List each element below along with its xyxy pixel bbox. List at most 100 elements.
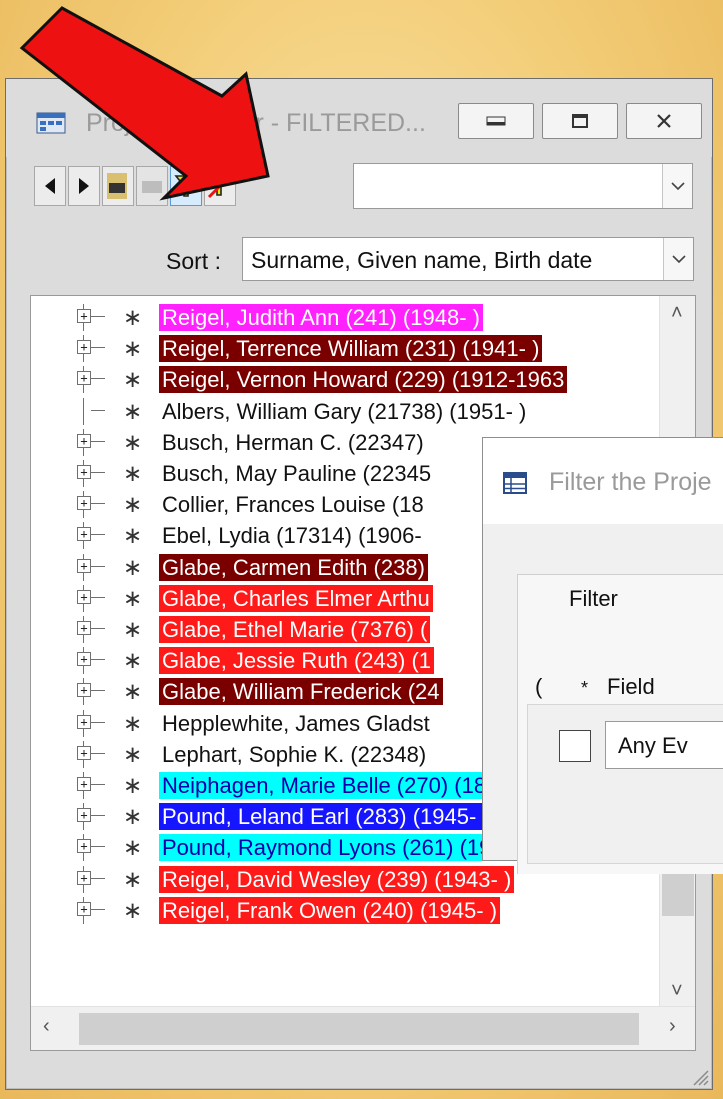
tree-connector bbox=[91, 721, 105, 723]
required-marker: * bbox=[581, 678, 589, 698]
asterisk-icon: ∗ bbox=[123, 896, 143, 923]
find-disabled-icon bbox=[142, 181, 162, 193]
toolbar-combo-dropdown[interactable] bbox=[662, 164, 692, 208]
person-name[interactable]: Glabe, Charles Elmer Arthu bbox=[159, 584, 433, 612]
expand-icon[interactable]: + bbox=[77, 496, 91, 511]
forward-icon bbox=[79, 178, 89, 194]
filter-button[interactable] bbox=[170, 166, 202, 206]
minimize-icon bbox=[486, 116, 506, 126]
close-button[interactable] bbox=[626, 103, 702, 139]
asterisk-icon: ∗ bbox=[123, 491, 143, 518]
asterisk-icon: ∗ bbox=[123, 772, 143, 798]
sort-select[interactable]: Surname, Given name, Birth date bbox=[242, 237, 694, 281]
person-name[interactable]: Ebel, Lydia (17314) (1906- bbox=[159, 522, 425, 549]
expand-icon[interactable]: + bbox=[77, 433, 91, 448]
expand-icon[interactable]: + bbox=[77, 558, 91, 573]
person-name[interactable]: Collier, Frances Louise (18 bbox=[159, 491, 427, 518]
expand-icon[interactable]: + bbox=[77, 371, 91, 386]
maximize-icon bbox=[572, 114, 588, 128]
sort-select-dropdown[interactable] bbox=[663, 238, 693, 280]
expand-icon[interactable]: + bbox=[77, 777, 91, 791]
maximize-button[interactable] bbox=[542, 103, 618, 139]
tree-connector bbox=[91, 316, 105, 317]
clear-filter-icon bbox=[207, 173, 233, 199]
expand-icon[interactable]: + bbox=[77, 527, 91, 542]
asterisk-icon: ∗ bbox=[123, 865, 143, 892]
tree-row[interactable]: + ∗ Reigel, Judith Ann (241) (1948- ) bbox=[31, 304, 671, 331]
clear-filter-button[interactable] bbox=[204, 166, 236, 206]
person-name[interactable]: Lephart, Sophie K. (22348) bbox=[159, 741, 429, 768]
horizontal-scroll-thumb[interactable] bbox=[79, 1013, 639, 1045]
tree-connector bbox=[91, 815, 105, 817]
find-button[interactable] bbox=[102, 166, 134, 206]
tree-connector bbox=[91, 565, 105, 567]
find-icon bbox=[107, 173, 127, 199]
asterisk-icon: ∗ bbox=[123, 647, 143, 674]
expand-icon[interactable]: + bbox=[77, 683, 91, 698]
asterisk-icon: ∗ bbox=[123, 460, 143, 486]
person-name[interactable]: Glabe, William Frederick (24 bbox=[159, 678, 443, 706]
person-name[interactable]: Reigel, David Wesley (239) (1943- ) bbox=[159, 865, 515, 893]
find-disabled-button[interactable] bbox=[136, 166, 168, 206]
tree-row[interactable]: ∗ Albers, William Gary (21738) (1951- ) bbox=[31, 397, 671, 425]
expand-icon[interactable]: + bbox=[77, 589, 91, 604]
person-name[interactable]: Hepplewhite, James Gladst bbox=[159, 710, 433, 737]
expand-icon[interactable]: + bbox=[77, 901, 91, 916]
forward-button[interactable] bbox=[68, 166, 100, 206]
resize-grip-icon[interactable] bbox=[688, 1065, 710, 1087]
expand-icon[interactable]: + bbox=[77, 340, 91, 355]
horizontal-scrollbar[interactable]: ‹ › bbox=[31, 1006, 695, 1050]
person-name[interactable]: Reigel, Frank Owen (240) (1945- ) bbox=[159, 896, 501, 924]
toolbar-combo[interactable] bbox=[353, 163, 693, 209]
asterisk-icon: ∗ bbox=[123, 335, 143, 362]
scroll-up-icon[interactable]: ˄ bbox=[671, 302, 683, 325]
field-column-label: Field bbox=[607, 674, 655, 699]
person-name[interactable]: Busch, Herman C. (22347) bbox=[159, 429, 427, 456]
field-select-value: Any Ev bbox=[618, 733, 688, 758]
tree-connector bbox=[91, 690, 105, 692]
expand-icon[interactable]: + bbox=[77, 808, 91, 823]
scroll-left-icon[interactable]: ‹ bbox=[43, 1015, 50, 1038]
filter-icon bbox=[174, 175, 198, 197]
expand-icon[interactable]: + bbox=[77, 652, 91, 667]
field-select[interactable]: Any Ev bbox=[605, 721, 723, 769]
minimize-button[interactable] bbox=[458, 103, 534, 139]
tree-row[interactable]: + ∗ Reigel, Frank Owen (240) (1945- ) bbox=[31, 896, 671, 924]
asterisk-icon: ∗ bbox=[123, 304, 143, 330]
window-title: Project Explorer - FILTERED... bbox=[86, 109, 426, 137]
scroll-down-icon[interactable]: ˅ bbox=[671, 980, 683, 1003]
asterisk-icon: ∗ bbox=[123, 522, 143, 549]
expand-icon[interactable]: + bbox=[77, 839, 91, 854]
person-name[interactable]: Reigel, Vernon Howard (229) (1912-1963 bbox=[159, 366, 568, 394]
tree-connector bbox=[91, 503, 105, 505]
tree-connector bbox=[91, 877, 105, 879]
title-bar[interactable]: Project Explorer - FILTERED... bbox=[6, 79, 712, 157]
person-name[interactable]: Glabe, Jessie Ruth (243) (1 bbox=[159, 647, 435, 675]
tree-connector bbox=[91, 440, 105, 442]
tree-row[interactable]: + ∗ Reigel, Terrence William (231) (1941- … bbox=[31, 335, 671, 363]
person-name[interactable]: Pound, Leland Earl (283) (1945- ) bbox=[159, 803, 493, 831]
filter-dialog-titlebar[interactable]: Filter the Proje bbox=[483, 438, 723, 524]
open-paren-checkbox[interactable] bbox=[559, 730, 591, 762]
person-name[interactable]: Reigel, Judith Ann (241) (1948- ) bbox=[159, 304, 483, 331]
expand-icon[interactable]: + bbox=[77, 870, 91, 885]
chevron-down-icon bbox=[670, 182, 685, 191]
asterisk-icon: ∗ bbox=[123, 553, 143, 580]
person-name[interactable]: Albers, William Gary (21738) (1951- ) bbox=[159, 398, 529, 425]
person-name[interactable]: Glabe, Ethel Marie (7376) ( bbox=[159, 616, 431, 643]
back-button[interactable] bbox=[34, 166, 66, 206]
person-name[interactable]: Reigel, Terrence William (231) (1941- ) bbox=[159, 335, 543, 363]
expand-icon[interactable]: + bbox=[77, 621, 91, 635]
tree-row[interactable]: + ∗ Reigel, Vernon Howard (229) (1912-1963 bbox=[31, 366, 671, 394]
expand-icon[interactable]: + bbox=[77, 714, 91, 729]
filter-dialog: Filter the Proje Filter ( * Field Any Ev bbox=[482, 437, 723, 874]
person-name[interactable]: Glabe, Carmen Edith (238) bbox=[159, 553, 428, 581]
tree-connector bbox=[91, 534, 105, 536]
expand-icon[interactable]: + bbox=[77, 745, 91, 760]
asterisk-icon: ∗ bbox=[123, 366, 143, 393]
person-name[interactable]: Busch, May Pauline (22345 bbox=[159, 460, 434, 487]
expand-icon[interactable]: + bbox=[77, 309, 91, 323]
scroll-right-icon[interactable]: › bbox=[669, 1015, 676, 1038]
expand-icon[interactable]: + bbox=[77, 465, 91, 479]
asterisk-icon: ∗ bbox=[123, 834, 143, 861]
